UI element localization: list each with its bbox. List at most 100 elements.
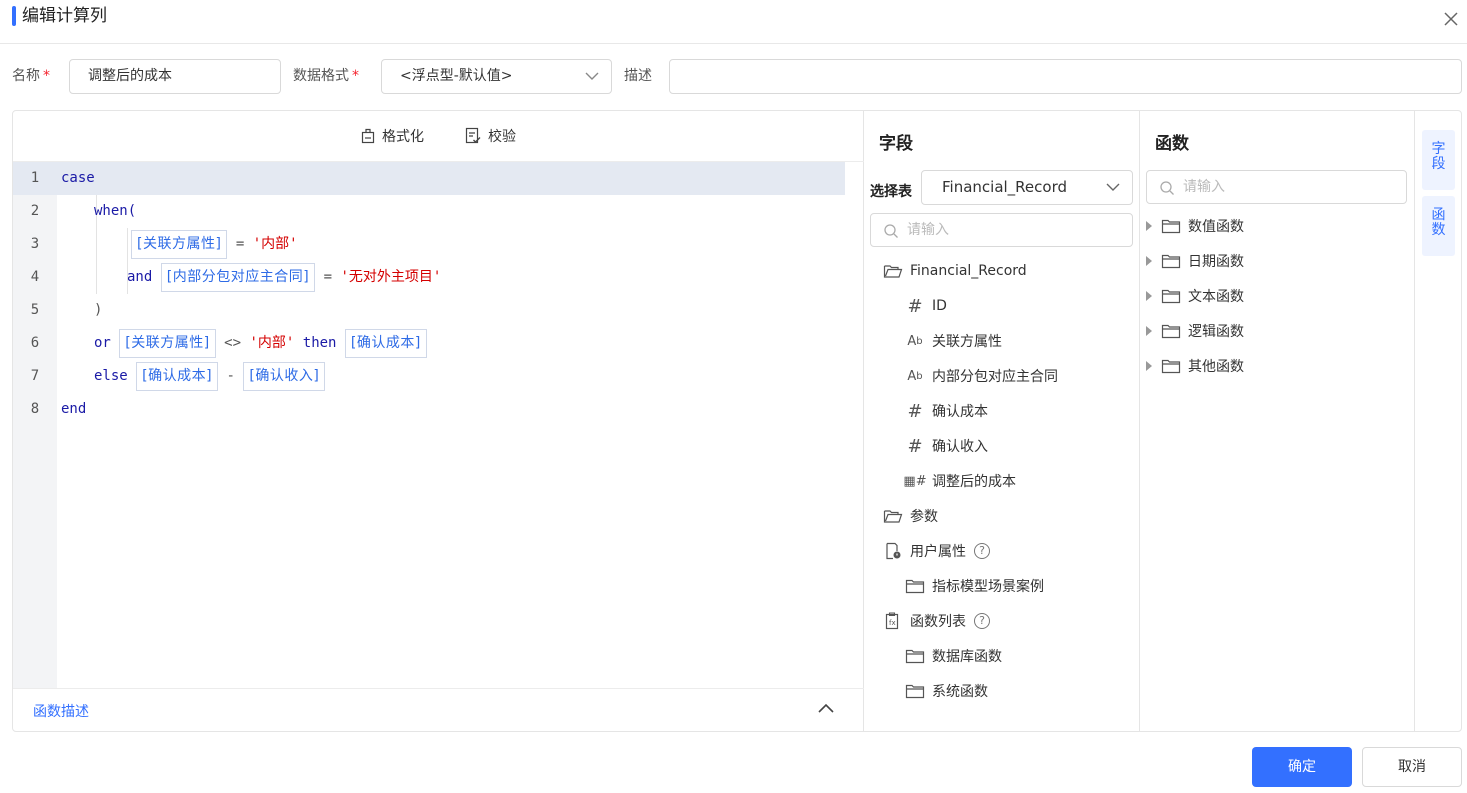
line-number: 5 (30, 302, 40, 318)
code-area[interactable]: case when( [关联方属性] = '内部' and [内部分包对应主合同… (57, 162, 864, 688)
code-line-3: [关联方属性] = '内部' (131, 228, 298, 261)
caret-right-icon (1146, 291, 1152, 301)
table-select[interactable]: Financial_Record (921, 170, 1133, 205)
tree-label: 指标模型场景案例 (932, 579, 1044, 595)
field-token[interactable]: [确认成本] (136, 361, 219, 391)
number-icon: # (907, 435, 923, 457)
line-number: 8 (30, 401, 40, 417)
expression-editor: 格式化 校验 1 2 3 4 5 6 7 8 case when([关联方属性… (13, 111, 864, 731)
field-label: 内部分包对应主合同 (932, 369, 1058, 385)
function-group[interactable]: 逻辑函数 (1146, 319, 1244, 343)
tree-label: 函数列表 (910, 614, 966, 630)
ok-button[interactable]: 确定 (1252, 747, 1352, 787)
text-icon: Ab (907, 368, 923, 384)
side-tab-label: 字段 (1431, 141, 1446, 172)
description-input[interactable] (669, 59, 1462, 94)
field-token[interactable]: [关联方属性] (131, 229, 228, 259)
user-attribute-icon (882, 541, 904, 561)
folder-icon (904, 681, 926, 701)
cancel-button[interactable]: 取消 (1362, 747, 1462, 787)
field-item[interactable]: ▦# 调整后的成本 (903, 469, 1016, 493)
format-button[interactable]: 格式化 (360, 126, 424, 146)
text-icon: Ab (907, 333, 923, 349)
validate-button[interactable]: 校验 (464, 126, 516, 146)
editor-toolbar: 格式化 校验 (13, 111, 864, 162)
field-label: 关联方属性 (932, 334, 1002, 350)
folder-icon (1160, 356, 1182, 376)
functions-panel: 函数 数值函数 日期函数 文本函数 逻辑函数 其他函数 (1140, 111, 1415, 731)
code-line-4: and [内部分包对应主合同] = '无对外主项目' (127, 261, 441, 294)
tree-user-attr-child[interactable]: 指标模型场景案例 (904, 574, 1044, 598)
field-label: 调整后的成本 (932, 474, 1016, 490)
tree-function-child[interactable]: 数据库函数 (904, 644, 1002, 668)
tree-root-table[interactable]: Financial_Record (882, 259, 1027, 283)
line-number: 1 (30, 170, 40, 186)
svg-text:fx: fx (889, 619, 896, 627)
field-search[interactable] (870, 213, 1133, 247)
function-group-label: 数值函数 (1188, 219, 1244, 235)
function-group[interactable]: 其他函数 (1146, 354, 1244, 378)
folder-open-icon (882, 261, 904, 281)
function-group[interactable]: 文本函数 (1146, 284, 1244, 308)
function-group[interactable]: 数值函数 (1146, 214, 1244, 238)
code-line-1: case (61, 170, 95, 186)
line-number: 6 (30, 335, 40, 351)
fields-panel: 字段 选择表 Financial_Record Financial_Record… (864, 111, 1140, 731)
functions-title: 函数 (1155, 134, 1189, 154)
format-select[interactable]: <浮点型-默认值> (381, 59, 612, 94)
dialog-title: 编辑计算列 (22, 6, 107, 26)
function-group[interactable]: 日期函数 (1146, 249, 1244, 273)
main-panel: 格式化 校验 1 2 3 4 5 6 7 8 case when([关联方属性… (12, 110, 1462, 732)
folder-icon (1160, 321, 1182, 341)
function-list-icon: fx (882, 611, 904, 631)
name-label: 名称 * (12, 68, 50, 84)
function-search[interactable] (1146, 170, 1407, 204)
side-tab-functions[interactable]: 函数 (1422, 196, 1455, 256)
field-token[interactable]: [内部分包对应主合同] (160, 262, 316, 292)
help-icon[interactable]: ? (974, 543, 990, 559)
validate-icon (465, 127, 481, 144)
function-group-label: 日期函数 (1188, 254, 1244, 270)
table-select-value: Financial_Record (942, 178, 1068, 196)
function-group-label: 其他函数 (1188, 359, 1244, 375)
tree-params[interactable]: 参数 (882, 504, 938, 528)
select-table-label: 选择表 (870, 184, 912, 200)
close-icon[interactable] (1441, 9, 1461, 29)
field-item[interactable]: Ab 关联方属性 (904, 329, 1002, 353)
line-number-gutter: 1 2 3 4 5 6 7 8 (13, 162, 57, 688)
code-line-2: when( (94, 203, 137, 219)
field-item[interactable]: Ab 内部分包对应主合同 (904, 364, 1058, 388)
dialog-header: 编辑计算列 (0, 0, 1467, 44)
line-number: 2 (30, 203, 40, 219)
tree-label: 系统函数 (932, 684, 988, 700)
fields-title: 字段 (879, 134, 913, 154)
format-button-label: 格式化 (382, 129, 424, 145)
tree-label: 参数 (910, 509, 938, 525)
function-description-bar[interactable]: 函数描述 (13, 688, 864, 731)
field-item[interactable]: # 确认收入 (904, 434, 988, 458)
chevron-up-icon[interactable] (817, 701, 835, 715)
calculated-number-icon: ▦# (903, 473, 927, 489)
folder-open-icon (882, 506, 904, 526)
field-item[interactable]: # 确认成本 (904, 399, 988, 423)
field-token[interactable]: [确认收入] (243, 361, 326, 391)
format-select-value: <浮点型-默认值> (400, 68, 513, 84)
field-search-input[interactable] (907, 220, 1107, 240)
line-number: 3 (30, 236, 40, 252)
folder-icon (1160, 216, 1182, 236)
field-item[interactable]: # ID (904, 294, 946, 318)
tree-function-list[interactable]: fx 函数列表 ? (882, 609, 990, 633)
edit-calculated-column-dialog: 编辑计算列 名称 * 调整后的成本 数据格式 * <浮点型-默认值> 描述 格式化 … (0, 0, 1467, 793)
name-input[interactable]: 调整后的成本 (69, 59, 281, 94)
field-token[interactable]: [确认成本] (344, 328, 427, 358)
function-search-input[interactable] (1183, 177, 1383, 197)
caret-right-icon (1146, 361, 1152, 371)
folder-icon (1160, 286, 1182, 306)
code-line-7: else [确认成本] - [确认收入] (94, 360, 326, 393)
help-icon[interactable]: ? (974, 613, 990, 629)
side-tab-fields[interactable]: 字段 (1422, 130, 1455, 190)
tree-user-attributes[interactable]: 用户属性 ? (882, 539, 990, 563)
code-line-6: or [关联方属性] <> '内部' then [确认成本] (94, 327, 427, 360)
field-token[interactable]: [关联方属性] (119, 328, 216, 358)
tree-function-child[interactable]: 系统函数 (904, 679, 988, 703)
